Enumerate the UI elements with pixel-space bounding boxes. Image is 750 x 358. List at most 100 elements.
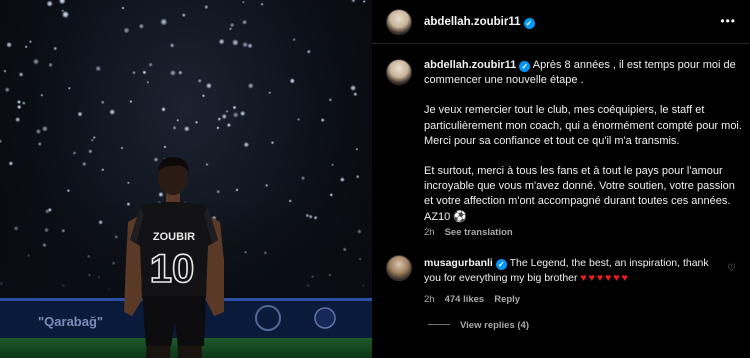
phone-light	[362, 0, 366, 4]
author-username[interactable]: abdellah.zoubir11	[424, 16, 521, 28]
phone-light	[268, 91, 272, 95]
phone-light	[0, 139, 3, 144]
phone-light	[183, 125, 190, 132]
phone-light	[226, 122, 232, 128]
phone-light	[221, 113, 228, 120]
phone-light	[331, 163, 335, 167]
phone-light	[231, 39, 239, 46]
replies-divider	[428, 324, 450, 325]
phone-light	[138, 23, 145, 29]
phone-light	[132, 70, 136, 75]
more-options-icon[interactable]: •••	[720, 14, 736, 28]
phone-light	[217, 117, 222, 121]
phone-light	[181, 13, 186, 18]
phone-light	[201, 94, 206, 98]
phone-light	[329, 193, 334, 197]
phone-light	[218, 38, 225, 45]
phone-light	[16, 104, 22, 110]
comment-meta: 2h 474 likes Reply	[424, 294, 520, 305]
phone-light	[48, 62, 53, 68]
comment: musagurbanli ✓ The Legend, the best, an i…	[424, 256, 724, 286]
caption-time: 2h	[424, 227, 435, 238]
phone-light	[160, 18, 168, 26]
phone-light	[35, 128, 42, 135]
phone-light	[216, 189, 221, 194]
phone-light	[28, 40, 33, 44]
phone-light	[176, 118, 180, 122]
phone-light	[163, 145, 167, 149]
commenter-username[interactable]: musagurbanli	[424, 257, 493, 269]
phone-light	[77, 111, 83, 117]
phone-light	[194, 120, 199, 124]
phone-light	[229, 22, 235, 28]
verified-badge-icon: ✓	[495, 259, 507, 270]
phone-light	[235, 188, 239, 192]
see-translation-button[interactable]: See translation	[445, 227, 513, 238]
commenter-avatar[interactable]	[386, 255, 412, 281]
phone-light	[81, 161, 87, 167]
view-replies-button[interactable]: View replies (4)	[428, 320, 529, 331]
phone-light	[37, 141, 42, 147]
caption-author-avatar[interactable]	[386, 59, 412, 85]
phone-light	[351, 0, 356, 3]
phone-light	[178, 70, 183, 75]
phone-light	[90, 138, 94, 142]
phone-light	[242, 19, 248, 25]
phone-light	[120, 146, 124, 150]
phone-light	[126, 181, 130, 185]
phone-light	[264, 183, 269, 188]
phone-light	[297, 117, 301, 122]
post-caption: abdellah.zoubir11 ✓ Après 8 années , il e…	[424, 58, 742, 240]
caption-author-username[interactable]: abdellah.zoubir11	[424, 59, 516, 71]
phone-light	[24, 45, 28, 49]
phone-light	[205, 162, 209, 167]
comment-likes[interactable]: 474 likes	[445, 294, 485, 305]
phone-light	[3, 69, 7, 73]
phone-light	[101, 168, 105, 172]
phone-light	[242, 41, 249, 48]
jersey-name: ZOUBIR	[153, 231, 195, 243]
phone-light	[153, 157, 159, 163]
phone-light	[169, 42, 175, 48]
phone-light	[339, 177, 345, 183]
phone-light	[15, 116, 21, 123]
phone-light	[61, 9, 65, 13]
phone-light	[46, 0, 53, 7]
post-header: abdellah.zoubir11 ✓ •••	[372, 0, 750, 44]
caption-meta: 2h See translation	[424, 227, 513, 238]
phone-light	[197, 78, 202, 83]
phone-light	[109, 108, 116, 116]
phone-light	[95, 65, 102, 72]
phone-light	[328, 98, 333, 102]
phone-light	[148, 62, 153, 67]
phone-light	[216, 126, 220, 130]
phone-light	[18, 72, 24, 77]
reply-button[interactable]: Reply	[494, 294, 520, 305]
phone-light	[353, 91, 358, 97]
phone-light	[123, 27, 130, 34]
phone-light	[349, 84, 357, 92]
phone-light	[242, 0, 245, 4]
verified-badge-icon: ✓	[523, 18, 535, 29]
phone-light	[100, 100, 105, 105]
caption-paragraph: Et surtout, merci à tous les fans et à t…	[424, 165, 735, 223]
phone-light	[158, 191, 164, 198]
phone-light	[92, 135, 96, 140]
phone-light	[204, 4, 209, 10]
comment-time: 2h	[424, 294, 435, 305]
phone-light	[205, 82, 212, 89]
phone-light	[142, 70, 147, 75]
phone-light	[169, 69, 176, 76]
phone-light	[66, 189, 71, 193]
phone-light	[355, 174, 360, 179]
phone-light	[292, 37, 296, 42]
phone-light	[239, 110, 246, 117]
author-avatar[interactable]	[386, 9, 412, 35]
phone-light	[40, 93, 44, 97]
phone-light	[6, 41, 13, 48]
heart-icon[interactable]: ♡	[727, 263, 736, 274]
phone-light	[41, 125, 49, 132]
view-replies-label: View replies (4)	[460, 320, 529, 331]
banner-text: "Qarabağ"	[38, 314, 103, 329]
phone-light	[58, 0, 66, 5]
